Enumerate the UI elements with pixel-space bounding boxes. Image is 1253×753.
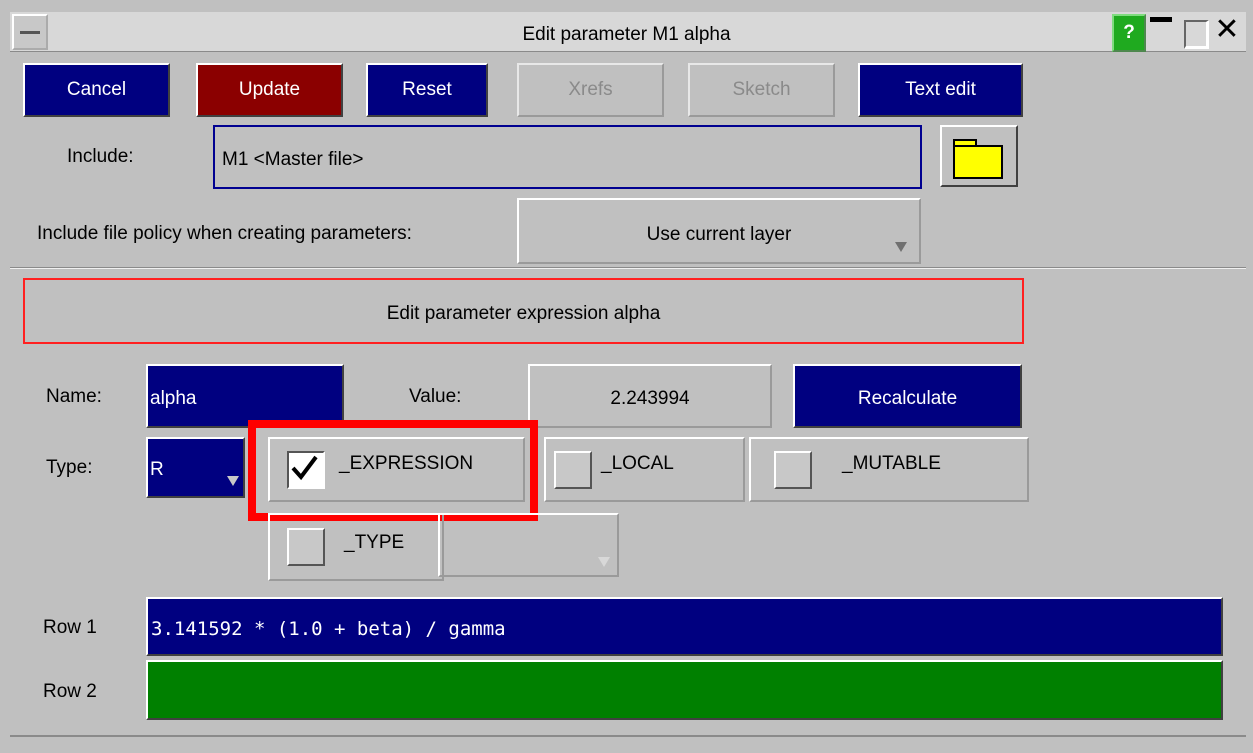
include-label: Include: [67,146,134,167]
banner-text: Edit parameter expression alpha [386,303,661,324]
row1-value: 3.141592 * (1.0 + beta) / gamma [151,618,506,640]
browse-folder-button[interactable] [940,125,1018,187]
policy-dropdown[interactable]: Use current layer [517,198,921,264]
minimize-icon[interactable] [1146,14,1176,48]
type-checkbox[interactable] [287,528,325,566]
local-option[interactable]: _LOCAL [544,437,745,502]
dropdown-arrow-icon [598,557,610,567]
dropdown-arrow-icon [895,242,907,252]
policy-label: Include file policy when creating parame… [37,223,412,244]
help-button[interactable]: ? [1112,14,1146,52]
type-option-label: _TYPE [344,532,405,553]
row2-label: Row 2 [43,681,97,702]
window-bottom-edge [10,735,1246,737]
reset-button[interactable]: Reset [366,63,488,117]
value-label: Value: [409,386,462,407]
close-icon[interactable]: ✕ [1212,14,1242,48]
highlight-box [248,420,538,521]
section-divider [10,267,1246,269]
row1-label: Row 1 [43,617,97,638]
xrefs-button[interactable]: Xrefs [517,63,664,117]
row2-input[interactable] [146,660,1223,720]
type-dropdown[interactable]: R [146,437,245,498]
recalculate-button[interactable]: Recalculate [793,364,1022,428]
policy-value: Use current layer [646,224,792,245]
recalculate-label: Recalculate [857,388,958,409]
local-label: _LOCAL [601,453,674,474]
value-text: 2.243994 [610,388,690,409]
include-field[interactable]: M1 <Master file> [213,125,922,189]
name-value: alpha [150,388,197,409]
text-edit-button[interactable]: Text edit [858,63,1023,117]
mutable-checkbox[interactable] [774,451,812,489]
name-field[interactable]: alpha [146,364,344,428]
value-display: 2.243994 [528,364,772,428]
type-label: Type: [46,457,93,478]
sketch-button[interactable]: Sketch [688,63,835,117]
cancel-button[interactable]: Cancel [23,63,170,117]
type-value-dropdown[interactable] [438,513,619,577]
mutable-label: _MUTABLE [842,453,941,474]
type-value: R [150,459,164,480]
window-title: Edit parameter M1 alpha [522,24,731,45]
expression-banner: Edit parameter expression alpha [23,278,1024,344]
dropdown-arrow-icon [227,476,239,486]
include-value: M1 <Master file> [222,149,364,170]
local-checkbox[interactable] [554,451,592,489]
maximize-icon[interactable] [1180,14,1210,49]
name-label: Name: [46,386,102,407]
type-option[interactable]: _TYPE [268,513,444,581]
update-button[interactable]: Update [196,63,343,117]
mutable-option[interactable]: _MUTABLE [749,437,1029,502]
row1-input[interactable]: 3.141592 * (1.0 + beta) / gamma [146,597,1223,656]
